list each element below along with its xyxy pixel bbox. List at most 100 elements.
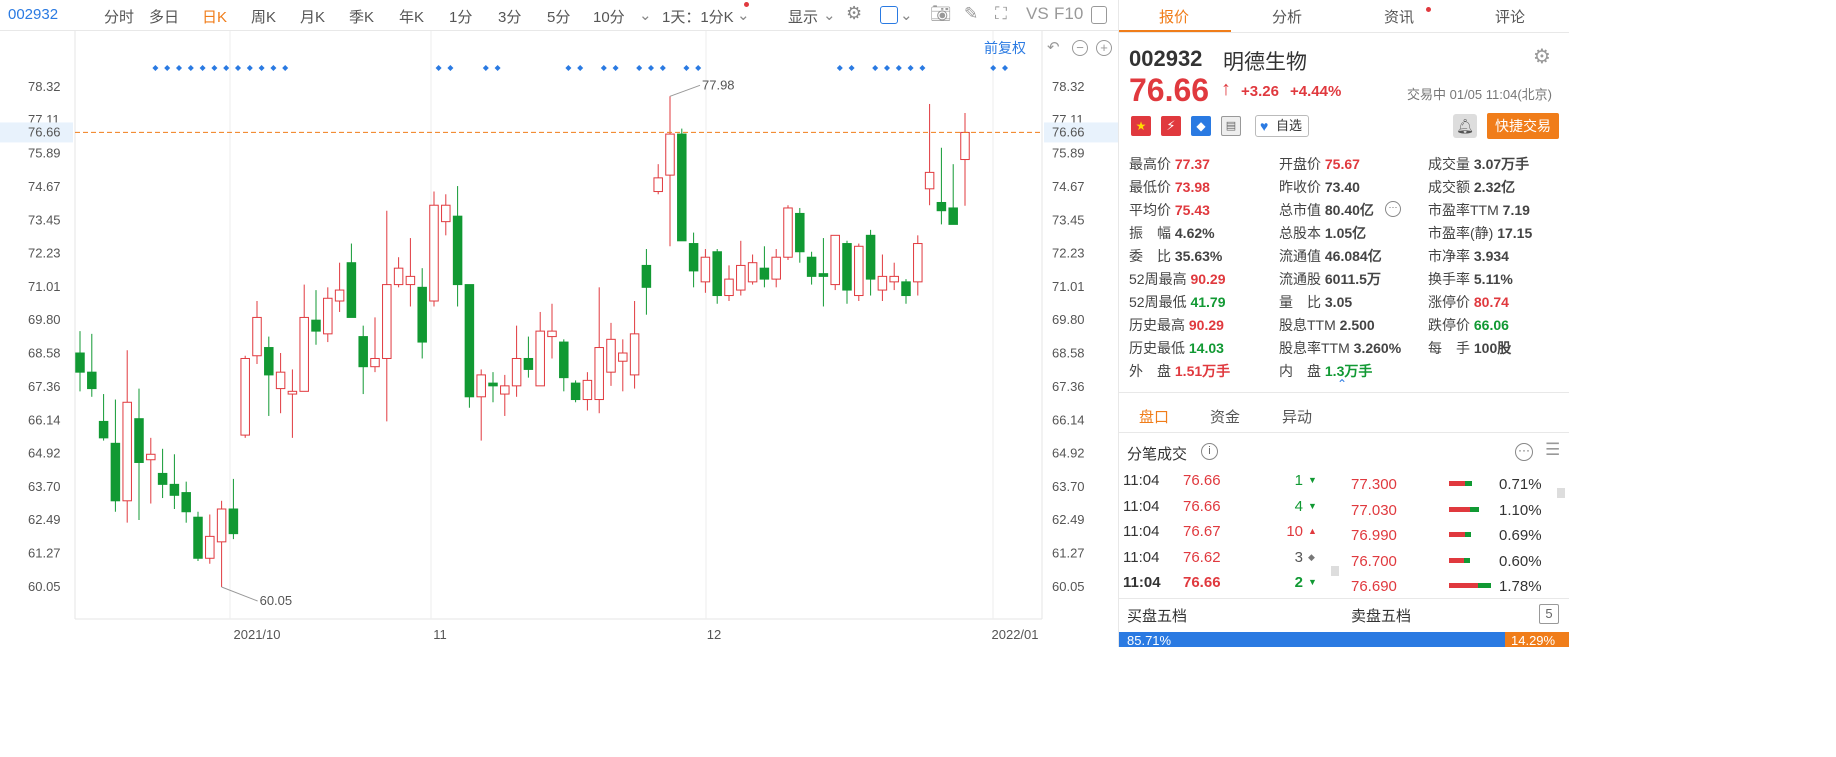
tab-yearly-k[interactable]: 年K <box>399 6 424 27</box>
event-marker-icon <box>246 65 253 71</box>
info-icon[interactable]: i <box>1201 443 1218 460</box>
min-price-label: 60.05 <box>260 593 293 608</box>
candle-body <box>901 281 911 297</box>
price-level-row: 77.030 1.10% <box>1119 500 1569 525</box>
more-icon[interactable]: ··· <box>1515 443 1533 461</box>
panel-tabs: 报价 分析 资讯 评论 <box>1119 0 1569 33</box>
tab-comments[interactable]: 评论 <box>1495 6 1525 27</box>
watchlist-button[interactable]: ♥ 自选 <box>1255 115 1309 137</box>
tab-capital[interactable]: 资金 <box>1210 406 1240 427</box>
stock-code-tab[interactable]: 002932 <box>8 6 58 23</box>
level-buy-bar <box>1464 481 1472 486</box>
tab-anomaly[interactable]: 异动 <box>1282 406 1312 427</box>
note-icon[interactable]: ▤ <box>1221 116 1241 136</box>
candle-body <box>818 273 829 277</box>
stat-label: 内 盘 <box>1279 363 1321 379</box>
adjust-button[interactable]: 前复权 <box>984 38 1026 58</box>
candle-body <box>240 357 250 436</box>
tab-fenshi[interactable]: 分时 <box>104 6 134 27</box>
more-icon[interactable]: ··· <box>1385 201 1401 217</box>
stat-label: 流通值 <box>1279 248 1321 264</box>
candle-body <box>228 508 239 535</box>
tab-10min[interactable]: 10分 <box>593 6 625 27</box>
candle-body <box>747 262 758 283</box>
y-tick-label-left: 63.70 <box>28 479 61 494</box>
candle-body <box>500 385 510 395</box>
scrollbar[interactable] <box>1557 488 1565 498</box>
five-level-icon[interactable]: 5 <box>1539 604 1559 624</box>
tab-monthly-k[interactable]: 月K <box>300 6 325 27</box>
stat-label: 昨收价 <box>1279 179 1321 195</box>
candle-body <box>417 286 427 343</box>
stat-value: 35.63% <box>1171 248 1223 264</box>
chart-toolbar: 002932 分时 多日 日K 周K 月K 季K 年K 1分 3分 5分 10分… <box>0 0 1118 31</box>
candle-body <box>98 420 109 439</box>
candle-body <box>299 316 309 392</box>
range-select[interactable]: 1天：1分K <box>662 6 734 27</box>
trading-status: 交易中 01/05 11:04(北京) <box>1407 87 1552 102</box>
level-buy-bar <box>1478 583 1491 588</box>
quick-trade-button[interactable]: 快捷交易 <box>1487 113 1559 139</box>
chevron-down-icon[interactable]: ⌄ <box>639 6 652 24</box>
candle-body <box>358 336 368 368</box>
square-icon[interactable] <box>880 6 898 24</box>
tab-quote[interactable]: 报价 <box>1159 6 1189 27</box>
list-icon[interactable]: ☰ <box>1545 440 1560 460</box>
undo-icon[interactable]: ↶ <box>1047 38 1060 56</box>
candle-body <box>700 256 711 283</box>
zoom-in-icon[interactable]: + <box>1096 40 1112 56</box>
stat-label: 历史最低 <box>1129 340 1185 356</box>
stat-label: 平均价 <box>1129 202 1171 218</box>
fullscreen-icon[interactable]: ⛶ <box>995 4 1007 24</box>
display-button[interactable]: 显示 <box>788 6 818 27</box>
candle-body <box>122 401 132 502</box>
stat-label: 52周最低 <box>1129 294 1187 310</box>
tab-news[interactable]: 资讯 <box>1384 6 1414 27</box>
tab-3min[interactable]: 3分 <box>498 6 521 27</box>
stat-value: 75.43 <box>1171 202 1210 218</box>
f10-button[interactable]: F10 <box>1054 4 1083 24</box>
price-change-pct: +4.44% <box>1290 83 1342 100</box>
stat-value: 6011.5万 <box>1321 271 1381 287</box>
kline-chart[interactable]: 78.3277.1176.6675.8974.6773.4572.2371.01… <box>0 31 1118 647</box>
stat-label: 股息率TTM <box>1279 340 1350 356</box>
tab-1min[interactable]: 1分 <box>449 6 472 27</box>
zoom-out-icon[interactable]: − <box>1072 40 1088 56</box>
collapse-icon[interactable]: ⌃ <box>1337 377 1347 391</box>
stat-item: 换手率 5.11% <box>1428 269 1513 289</box>
tab-daily-k[interactable]: 日K <box>202 6 227 27</box>
stat-label: 市净率 <box>1428 248 1470 264</box>
candle-body <box>771 256 781 280</box>
bell-icon[interactable]: 🔔︎ <box>1453 114 1477 138</box>
trades-title: 分笔成交 <box>1127 446 1188 463</box>
tab-quarterly-k[interactable]: 季K <box>349 6 374 27</box>
camera-icon[interactable]: 📷︎ <box>930 4 952 24</box>
stat-item: 流通股 6011.5万 <box>1279 269 1381 289</box>
stat-value: 2.32亿 <box>1470 179 1516 195</box>
y-tick-label-right: 66.14 <box>1052 412 1085 427</box>
stat-value: 3.934 <box>1470 248 1509 264</box>
pencil-icon[interactable]: ✎ <box>964 4 978 24</box>
settings-icon[interactable]: ⚙ <box>1533 44 1551 69</box>
tab-5min[interactable]: 5分 <box>547 6 570 27</box>
gear-icon[interactable]: ⚙ <box>846 3 862 24</box>
tab-order-book[interactable]: 盘口 <box>1139 406 1169 427</box>
tab-weekly-k[interactable]: 周K <box>251 6 276 27</box>
tag-icon: ◆ <box>1191 116 1211 136</box>
y-tick-label-right: 64.92 <box>1052 446 1085 461</box>
scrollbar[interactable] <box>1331 566 1339 576</box>
tab-multi-day[interactable]: 多日 <box>149 6 179 27</box>
divider <box>1119 392 1569 393</box>
vs-button[interactable]: VS <box>1026 4 1049 24</box>
candle-body <box>913 243 923 283</box>
stat-item: 最低价 73.98 <box>1129 177 1210 197</box>
stat-item: 流通值 46.084亿 <box>1279 246 1382 266</box>
sell-ratio-label: 14.29% <box>1511 633 1556 647</box>
candle-body <box>252 316 262 357</box>
max-pointer-line <box>669 84 701 97</box>
buy-depth-title: 买盘五档 <box>1127 608 1188 625</box>
candle-body <box>75 352 85 373</box>
sidebar-toggle-icon[interactable] <box>1091 6 1107 24</box>
tab-analysis[interactable]: 分析 <box>1272 6 1302 27</box>
event-marker-icon <box>565 65 572 71</box>
